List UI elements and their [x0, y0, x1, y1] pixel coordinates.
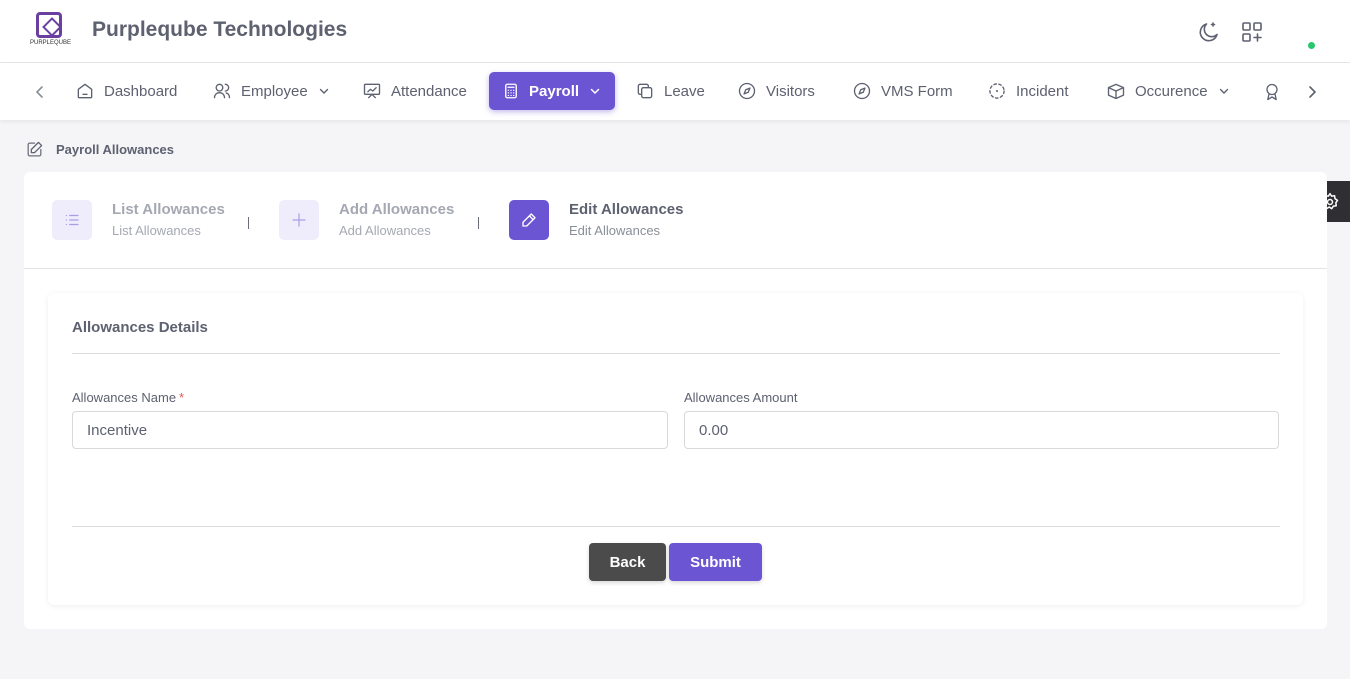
- nav-label: Occurence: [1135, 82, 1208, 100]
- logo-text: PURPLEQUBE: [30, 40, 72, 46]
- nav-item-employee[interactable]: Employee: [199, 72, 343, 110]
- copy-icon: [637, 83, 653, 99]
- allowances-name-input[interactable]: Incentive: [72, 411, 668, 449]
- edit-icon: [27, 141, 43, 157]
- pencil-icon: [509, 200, 549, 240]
- step-add-allowances[interactable]: Add Allowances Add Allowances: [279, 200, 454, 240]
- nav-item-leave[interactable]: Leave: [622, 72, 718, 110]
- back-button[interactable]: Back: [589, 543, 666, 581]
- chevron-down-icon: [1219, 88, 1228, 94]
- nav-label: Incident: [1016, 82, 1069, 100]
- step-subtitle: Add Allowances: [339, 223, 431, 238]
- box-icon: [1107, 83, 1125, 100]
- plus-icon: [279, 200, 319, 240]
- nav-scroll-left-icon[interactable]: [30, 82, 50, 102]
- divider: [72, 526, 1280, 527]
- nav-label: Attendance: [391, 82, 467, 100]
- company-name: Purpleqube Technologies: [92, 18, 348, 41]
- list-icon: [52, 200, 92, 240]
- allowances-form-card: Allowances Details Allowances Name * Ince…: [48, 293, 1303, 605]
- allowances-amount-input[interactable]: 0.00: [684, 411, 1279, 449]
- nav-item-visitors[interactable]: Visitors: [724, 72, 828, 110]
- step-title: Edit Allowances: [569, 201, 684, 218]
- breadcrumb: Payroll Allowances: [25, 140, 174, 159]
- step-subtitle: List Allowances: [112, 223, 201, 238]
- compass-icon: [738, 82, 756, 100]
- form-title: Allowances Details: [72, 319, 208, 336]
- divider: [72, 353, 1280, 354]
- step-divider: [248, 217, 249, 229]
- chevron-down-icon: [590, 88, 600, 95]
- nav-label: Payroll: [529, 82, 580, 100]
- focus-icon: [989, 83, 1005, 99]
- allowances-name-label: Allowances Name *: [72, 390, 184, 405]
- home-icon: [77, 83, 93, 99]
- nav-item-vms-form[interactable]: VMS Form: [839, 72, 966, 110]
- nav-item-dashboard[interactable]: Dashboard: [62, 72, 190, 110]
- nav-label: Dashboard: [104, 82, 178, 100]
- submit-button[interactable]: Submit: [669, 543, 762, 581]
- required-mark: *: [179, 390, 185, 405]
- calculator-icon: [505, 83, 517, 99]
- chevron-down-icon: [319, 88, 328, 94]
- apps-add-icon[interactable]: [1240, 20, 1264, 44]
- nav-label: Leave: [664, 82, 705, 100]
- nav-item-payroll[interactable]: Payroll: [489, 72, 615, 110]
- step-list-allowances[interactable]: List Allowances List Allowances: [52, 200, 225, 240]
- step-divider: [478, 217, 479, 229]
- award-icon[interactable]: [1262, 82, 1282, 102]
- step-edit-allowances[interactable]: Edit Allowances Edit Allowances: [509, 200, 683, 240]
- compass-icon: [853, 82, 871, 100]
- step-subtitle: Edit Allowances: [569, 223, 661, 238]
- wizard-steps: List Allowances List Allowances Add Allo…: [24, 172, 1327, 269]
- allowances-amount-label: Allowances Amount: [684, 390, 798, 405]
- company-logo[interactable]: PURPLEQUBE: [30, 10, 72, 50]
- nav-scroll-right-icon[interactable]: [1302, 82, 1322, 102]
- logo-mark: [36, 12, 62, 38]
- top-header: PURPLEQUBE Purpleqube Technologies: [0, 0, 1350, 63]
- nav-label: VMS Form: [881, 82, 953, 100]
- online-status-dot: [1308, 42, 1315, 49]
- step-title: Add Allowances: [339, 201, 455, 218]
- main-nav: Dashboard Employee Attendance Payroll Le…: [0, 63, 1350, 120]
- label-text: Allowances Name: [72, 390, 177, 405]
- step-title: List Allowances: [112, 201, 225, 218]
- breadcrumb-title: Payroll Allowances: [56, 142, 175, 157]
- nav-label: Employee: [241, 82, 308, 100]
- moon-icon[interactable]: [1197, 20, 1221, 44]
- nav-item-attendance[interactable]: Attendance: [349, 72, 480, 110]
- nav-item-incident[interactable]: Incident: [974, 72, 1082, 110]
- nav-label: Visitors: [766, 82, 815, 100]
- nav-item-occurence[interactable]: Occurence: [1093, 72, 1243, 110]
- users-icon: [213, 83, 231, 99]
- main-card: List Allowances List Allowances Add Allo…: [24, 172, 1327, 629]
- presentation-icon: [363, 83, 381, 99]
